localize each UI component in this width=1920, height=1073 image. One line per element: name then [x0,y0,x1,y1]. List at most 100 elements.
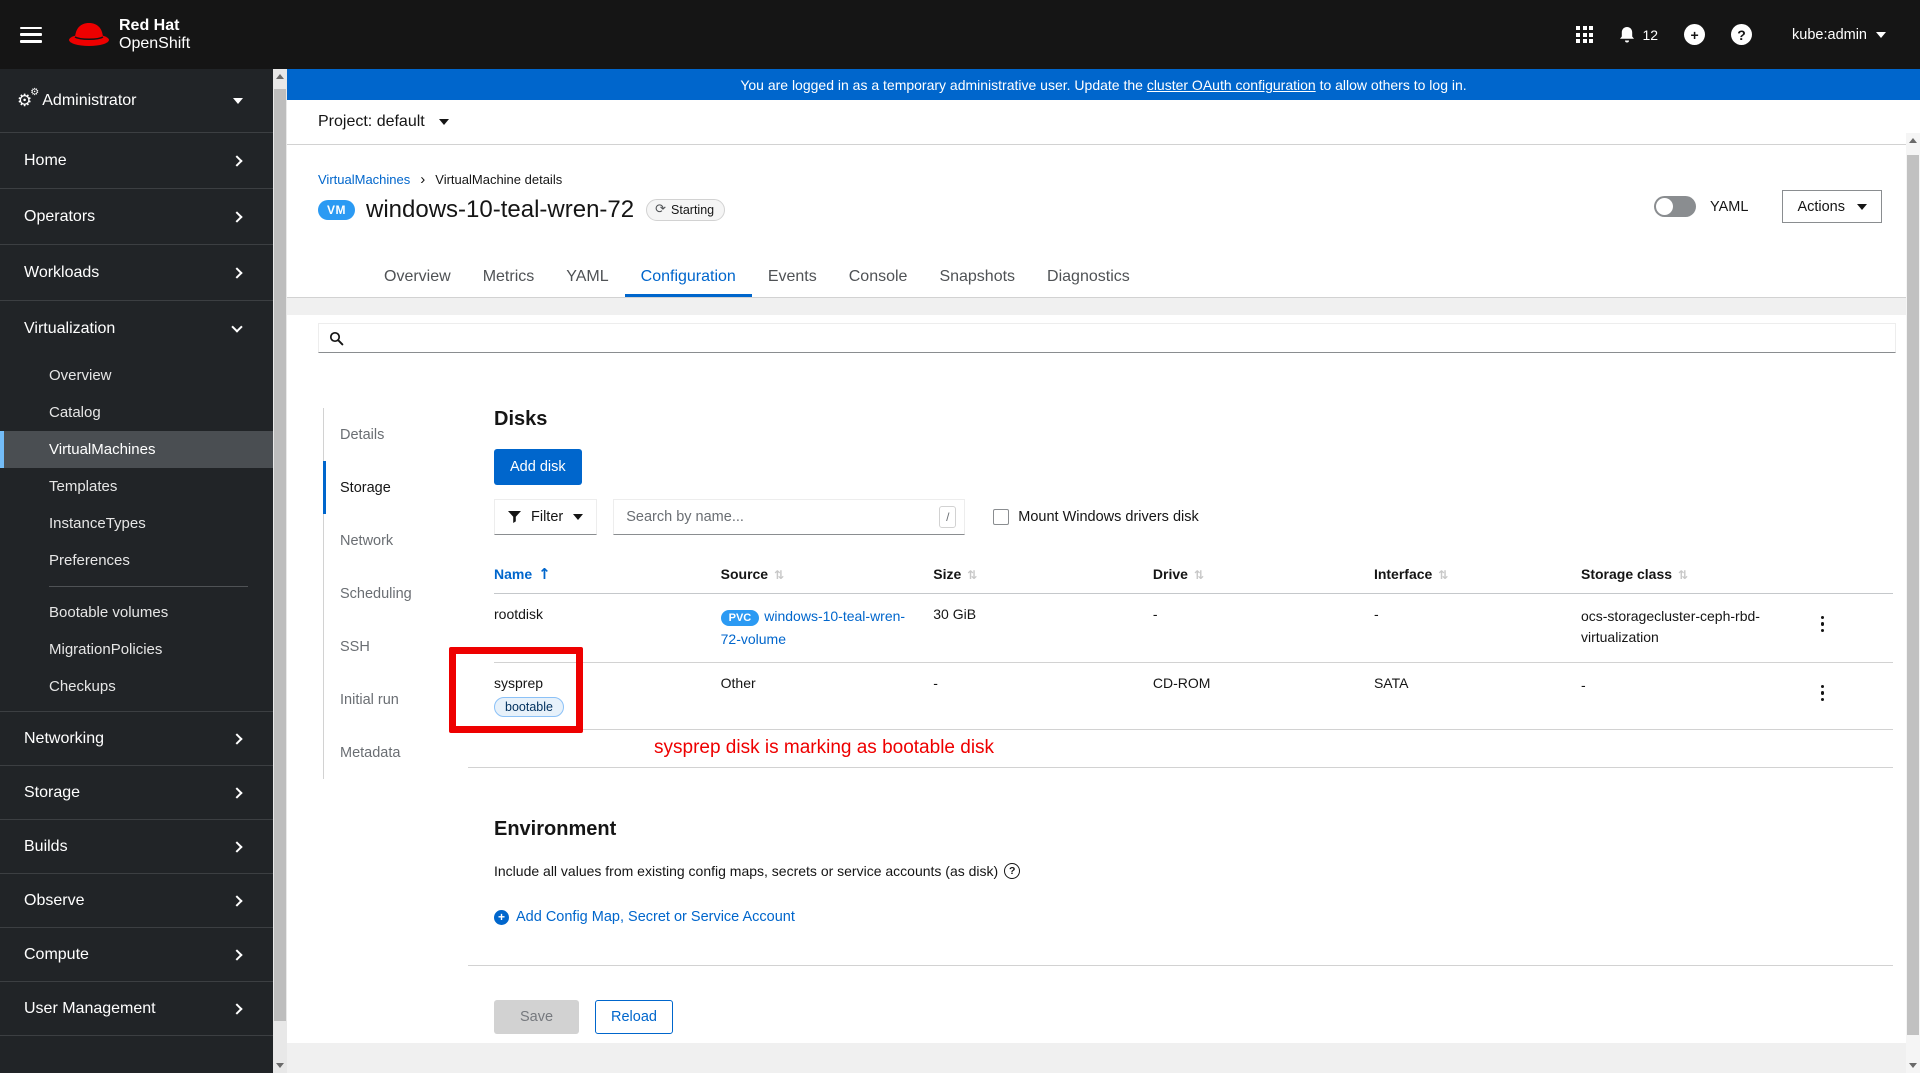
filter-funnel-icon [508,511,521,523]
subnav-item-catalog[interactable]: Catalog [0,394,273,431]
sidebar-item-workloads[interactable]: Workloads [0,245,273,301]
cell-storage-class: ocs-storagecluster-ceph-rbd-virtualizati… [1580,608,1760,645]
sidebar-item-storage[interactable]: Storage [0,766,273,820]
notifications-button[interactable]: 12 [1619,26,1658,44]
scroll-down-icon[interactable] [1909,1063,1917,1068]
sidebar-item-label: Builds [24,837,68,855]
perspective-switcher[interactable]: ⚙ Administrator [0,69,273,133]
save-button[interactable]: Save [494,1000,579,1034]
chevron-right-icon [231,1002,243,1015]
login-notice-banner: You are logged in as a temporary adminis… [287,69,1920,100]
status-badge: ⟳ Starting [646,199,726,221]
column-header-size[interactable]: Size ⇅ [933,555,1153,594]
column-label: Name [494,566,533,582]
content-scrollbar[interactable] [1906,133,1920,1073]
sidebar-item-virtualization[interactable]: Virtualization [0,301,273,357]
disk-name-search[interactable]: / [613,499,966,535]
config-nav-metadata[interactable]: Metadata [323,726,455,779]
subnav-label: Overview [49,367,112,384]
add-disk-button[interactable]: Add disk [494,449,582,485]
sidebar-item-user-management[interactable]: User Management [0,982,273,1036]
column-header-name[interactable]: Name ↑ [494,555,721,594]
page-title: windows-10-teal-wren-72 [366,196,635,223]
chevron-right-icon [231,948,243,961]
tab-console[interactable]: Console [833,260,924,297]
tab-diagnostics[interactable]: Diagnostics [1031,260,1146,297]
sidebar-item-label: Observe [24,891,85,909]
filter-dropdown-button[interactable]: Filter [494,499,598,535]
breadcrumb-virtualmachines-link[interactable]: VirtualMachines [318,172,410,187]
vm-kind-badge: VM [318,200,355,220]
subnav-item-virtualmachines[interactable]: VirtualMachines [0,431,273,468]
subnav-item-checkups[interactable]: Checkups [0,668,273,705]
section-gap [287,298,1920,315]
tab-configuration[interactable]: Configuration [624,260,752,297]
tab-metrics[interactable]: Metrics [467,260,551,297]
config-nav-storage[interactable]: Storage [323,461,455,514]
row-kebab-menu-icon[interactable] [1815,613,1831,636]
add-plus-icon[interactable]: + [1684,24,1706,45]
config-nav-details[interactable]: Details [323,408,455,461]
mount-windows-drivers-checkbox[interactable] [993,509,1010,525]
banner-text-prefix: You are logged in as a temporary adminis… [740,76,1147,93]
subnav-item-templates[interactable]: Templates [0,468,273,505]
sidebar-scrollbar-thumb[interactable] [274,89,286,1021]
mount-windows-drivers-label: Mount Windows drivers disk [1018,509,1199,525]
sidebar-item-home[interactable]: Home [0,133,273,189]
scroll-down-icon[interactable] [276,1063,284,1068]
sidebar-item-compute[interactable]: Compute [0,928,273,982]
project-selector[interactable]: Project: default [318,113,449,131]
tab-snapshots[interactable]: Snapshots [923,260,1031,297]
sidebar-item-operators[interactable]: Operators [0,189,273,245]
subnav-item-migrationpolicies[interactable]: MigrationPolicies [0,631,273,668]
column-label: Storage class [1580,566,1673,582]
yaml-switch[interactable] [1654,196,1697,217]
column-header-source[interactable]: Source ⇅ [721,555,934,594]
sidebar-item-networking[interactable]: Networking [0,712,273,766]
column-header-interface[interactable]: Interface ⇅ [1374,555,1581,594]
content-scrollbar-thumb[interactable] [1907,155,1919,1035]
subnav-item-overview[interactable]: Overview [0,357,273,394]
user-menu[interactable]: kube:admin [1792,27,1886,43]
sort-ascending-icon: ↑ [538,565,551,583]
app-launcher-icon[interactable] [1576,26,1594,43]
configuration-search[interactable] [318,323,1896,353]
subnav-item-bootable-volumes[interactable]: Bootable volumes [0,594,273,631]
subnav-label: Templates [49,478,118,495]
project-selector-label: Project: default [318,113,425,130]
reload-button[interactable]: Reload [595,1000,673,1034]
scroll-up-icon[interactable] [276,74,284,79]
column-label: Source [720,566,769,582]
row-kebab-menu-icon[interactable] [1815,682,1831,705]
sidebar-item-observe[interactable]: Observe [0,874,273,928]
subnav-item-preferences[interactable]: Preferences [0,542,273,579]
config-nav-initial-run[interactable]: Initial run [323,673,455,726]
add-config-map-link[interactable]: + Add Config Map, Secret or Service Acco… [494,909,795,925]
subnav-item-instancetypes[interactable]: InstanceTypes [0,505,273,542]
cluster-oauth-link[interactable]: cluster OAuth configuration [1147,77,1316,93]
config-nav-network[interactable]: Network [323,514,455,567]
config-nav-ssh[interactable]: SSH [323,620,455,673]
actions-dropdown-button[interactable]: Actions [1782,190,1882,223]
hamburger-menu-icon[interactable] [20,26,42,43]
scroll-up-icon[interactable] [1909,138,1917,143]
annotation-text: sysprep disk is marking as bootable disk [654,737,995,758]
config-nav-scheduling[interactable]: Scheduling [323,567,455,620]
pvc-badge: PVC [720,610,760,626]
project-caret-icon [438,119,449,125]
environment-help-icon[interactable]: ? [1004,863,1021,879]
configuration-search-input[interactable] [352,324,1895,352]
column-header-drive[interactable]: Drive ⇅ [1153,555,1374,594]
tab-yaml[interactable]: YAML [550,260,624,297]
sidebar-item-builds[interactable]: Builds [0,820,273,874]
subnav-label: MigrationPolicies [49,641,163,658]
help-icon[interactable]: ? [1731,24,1753,45]
column-header-storage-class[interactable]: Storage class ⇅ [1581,555,1812,594]
breadcrumb: VirtualMachines › VirtualMachine details [318,145,1920,188]
sidebar-item-label: Networking [24,729,105,747]
tab-events[interactable]: Events [752,260,833,297]
disk-name-search-input[interactable] [626,509,940,525]
sidebar-scrollbar[interactable] [273,69,287,1073]
tab-overview[interactable]: Overview [368,260,467,297]
actions-label: Actions [1797,198,1845,215]
